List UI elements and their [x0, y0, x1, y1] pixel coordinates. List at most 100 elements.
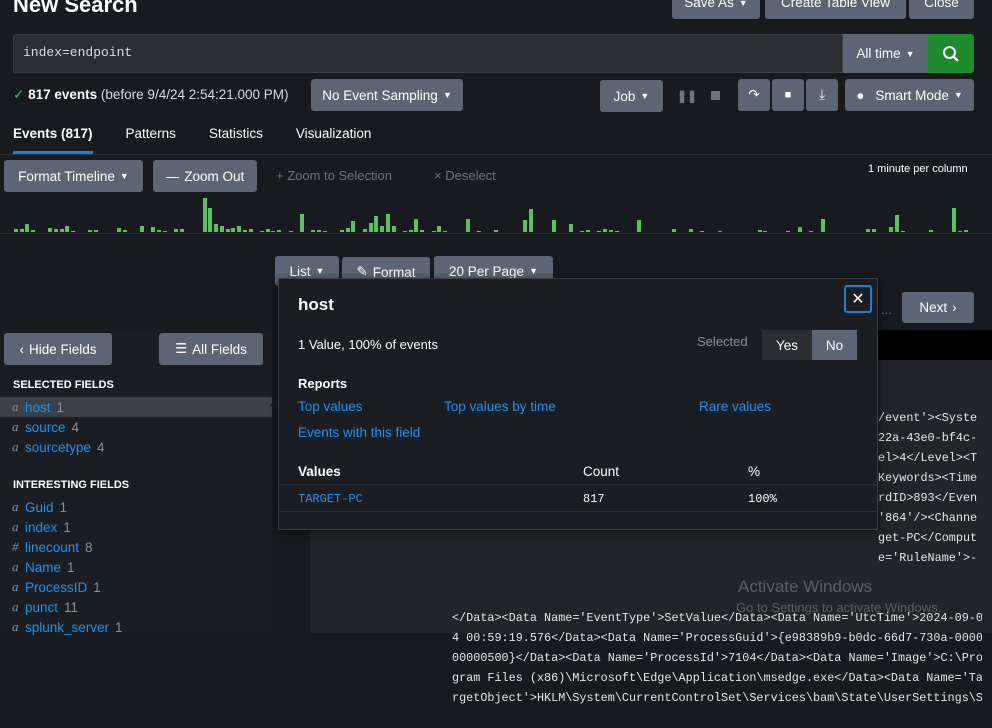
hide-fields-button[interactable]: ‹ Hide Fields: [4, 333, 112, 365]
search-button[interactable]: [928, 34, 974, 73]
timeline-bar[interactable]: [820, 219, 825, 232]
timeline-bar[interactable]: [786, 231, 791, 232]
field-item-punct[interactable]: a punct 11: [0, 597, 272, 617]
timeline-bar[interactable]: [311, 230, 316, 232]
field-item-index[interactable]: a index 1: [0, 517, 272, 537]
timeline-bar[interactable]: [408, 230, 413, 232]
timeline-bar[interactable]: [420, 230, 425, 232]
job-dropdown[interactable]: Job ▼: [600, 80, 663, 112]
timeline-bar[interactable]: [437, 226, 442, 232]
search-input[interactable]: index=endpoint: [13, 34, 843, 73]
deselect-button[interactable]: × Deselect: [434, 168, 496, 183]
timeline-bar[interactable]: [637, 220, 642, 232]
timeline-bar[interactable]: [929, 230, 934, 232]
timeline-bar[interactable]: [523, 220, 528, 232]
timeline-bar[interactable]: [59, 229, 64, 232]
share-button[interactable]: ↷: [738, 79, 770, 111]
timeline-bar[interactable]: [757, 230, 762, 232]
timeline-bar[interactable]: [225, 229, 230, 232]
tab-visualization[interactable]: Visualization: [296, 126, 372, 154]
top-values-by-time-link[interactable]: Top values by time: [444, 399, 556, 414]
timeline-bar[interactable]: [237, 226, 242, 232]
timeline-bar[interactable]: [71, 231, 76, 232]
timeline-bar[interactable]: [265, 229, 270, 232]
timeline-bar[interactable]: [465, 219, 470, 232]
timeline-bar[interactable]: [528, 209, 533, 232]
search-mode-dropdown[interactable]: ● Smart Mode ▼: [845, 79, 974, 111]
selected-yes-button[interactable]: Yes: [762, 330, 812, 360]
time-range-picker[interactable]: All time ▼: [843, 34, 928, 73]
timeline-bar[interactable]: [391, 226, 396, 232]
timeline-bar[interactable]: [797, 227, 802, 232]
timeline-bar[interactable]: [19, 229, 24, 232]
timeline-bar[interactable]: [345, 228, 350, 232]
timeline-bar[interactable]: [208, 208, 213, 232]
timeline-bar[interactable]: [872, 229, 876, 232]
timeline-bar[interactable]: [603, 229, 608, 232]
timeline-bar[interactable]: [374, 216, 379, 232]
tab-events[interactable]: Events (817): [13, 126, 93, 154]
timeline-bar[interactable]: [162, 231, 167, 232]
rare-values-link[interactable]: Rare values: [699, 399, 771, 414]
timeline-bar[interactable]: [957, 231, 962, 232]
timeline-bar[interactable]: [202, 198, 207, 232]
timeline-bar[interactable]: [88, 230, 93, 232]
field-item-sourcetype[interactable]: a sourcetype 4: [0, 437, 272, 457]
tab-patterns[interactable]: Patterns: [126, 126, 176, 154]
print-button[interactable]: ■: [772, 79, 804, 111]
field-item-host[interactable]: a host 1: [0, 397, 272, 417]
create-table-view-button[interactable]: Create Table View: [765, 0, 906, 19]
export-button[interactable]: ⤓: [806, 79, 838, 111]
tab-statistics[interactable]: Statistics: [209, 126, 263, 154]
timeline-bar[interactable]: [671, 229, 676, 232]
timeline-bar[interactable]: [608, 230, 613, 232]
all-fields-button[interactable]: ☰ All Fields: [159, 333, 263, 365]
events-with-field-link[interactable]: Events with this field: [298, 425, 420, 440]
timeline-bar[interactable]: [586, 230, 590, 232]
timeline-bar[interactable]: [231, 228, 236, 232]
timeline-bar[interactable]: [717, 231, 722, 232]
timeline-bar[interactable]: [894, 215, 899, 232]
timeline-bar[interactable]: [54, 229, 59, 232]
pause-icon[interactable]: ❚❚: [677, 89, 697, 103]
field-item-name[interactable]: a Name 1: [0, 557, 272, 577]
timeline-bar[interactable]: [494, 230, 499, 232]
timeline-bar[interactable]: [65, 226, 70, 232]
timeline-bar[interactable]: [362, 229, 367, 232]
timeline-bar[interactable]: [116, 228, 121, 232]
timeline-bar[interactable]: [763, 231, 768, 232]
timeline-bar[interactable]: [242, 230, 247, 232]
field-item-processid[interactable]: a ProcessID 1: [0, 577, 272, 597]
save-as-button[interactable]: Save As ▼: [672, 0, 760, 19]
timeline-bar[interactable]: [31, 230, 36, 232]
timeline-bar[interactable]: [174, 229, 179, 232]
timeline-bar[interactable]: [14, 229, 18, 232]
timeline-bar[interactable]: [179, 229, 184, 232]
timeline-bar[interactable]: [139, 226, 144, 232]
timeline-bar[interactable]: [414, 219, 419, 232]
timeline-bar[interactable]: [219, 226, 224, 232]
timeline-bar[interactable]: [402, 231, 407, 232]
timeline-bar[interactable]: [25, 224, 30, 232]
timeline-bar[interactable]: [48, 228, 53, 232]
timeline-bar[interactable]: [952, 208, 957, 232]
timeline-bar[interactable]: [248, 229, 253, 232]
selected-no-button[interactable]: No: [812, 330, 857, 360]
timeline-bar[interactable]: [259, 231, 264, 232]
timeline-bar[interactable]: [866, 229, 871, 232]
timeline-bar[interactable]: [300, 214, 304, 232]
timeline-bar[interactable]: [688, 229, 693, 232]
value-link[interactable]: TARGET-PC: [298, 492, 363, 506]
event-sampling-dropdown[interactable]: No Event Sampling ▼: [311, 79, 463, 111]
zoom-to-selection-button[interactable]: + Zoom to Selection: [276, 168, 392, 183]
next-page-button[interactable]: Next ›: [902, 292, 974, 323]
timeline-bar[interactable]: [900, 231, 905, 232]
timeline-bar[interactable]: [477, 231, 482, 232]
timeline-chart[interactable]: [0, 196, 992, 234]
timeline-bar[interactable]: [700, 231, 705, 232]
timeline-bar[interactable]: [568, 224, 573, 232]
timeline-bar[interactable]: [551, 220, 556, 232]
timeline-bar[interactable]: [122, 230, 127, 232]
field-item-linecount[interactable]: # linecount 8: [0, 537, 272, 557]
timeline-bar[interactable]: [322, 231, 327, 232]
